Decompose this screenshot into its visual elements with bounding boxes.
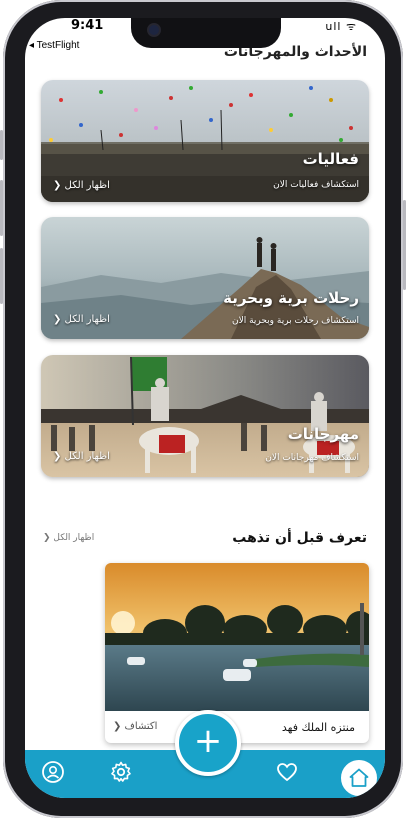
add-button[interactable]: +	[175, 710, 241, 776]
status-time: 9:41	[71, 18, 104, 33]
show-all-link[interactable]: اظهار الكل ❮	[53, 180, 110, 191]
home-icon	[349, 768, 369, 787]
show-all-link[interactable]: اظهار الكل ❮	[43, 533, 94, 543]
card-events[interactable]: فعاليات استكشاف فعاليات الان اظهار الكل …	[41, 80, 369, 202]
place-card[interactable]: منتزه الملك فهد اكتشاف ❮	[105, 563, 369, 743]
explore-link[interactable]: اكتشاف ❮	[113, 721, 157, 732]
phone-frame: 9:41 ull ᯤ ◂ TestFlight الأحداث والمهرجا…	[0, 0, 406, 818]
card-trips[interactable]: رحلات برية وبحرية استكشاف رحلات برية وبح…	[41, 217, 369, 339]
tab-home[interactable]	[339, 758, 379, 798]
card-subtitle: استكشاف رحلات برية وبحرية الان	[231, 316, 359, 326]
card-title: رحلات برية وبحرية	[223, 289, 359, 307]
know-before-title: تعرف قبل أن تذهب	[232, 530, 367, 546]
show-all-link[interactable]: اظهار الكل ❮	[53, 314, 110, 325]
mute-switch	[0, 130, 3, 160]
add-plus-icon: +	[193, 721, 223, 761]
card-subtitle: استكشاف فعاليات الان	[273, 180, 359, 190]
card-title: فعاليات	[302, 150, 359, 168]
tab-settings[interactable]	[107, 758, 135, 786]
heart-icon	[277, 763, 297, 782]
settings-gear-icon	[111, 761, 131, 782]
show-all-link[interactable]: اظهار الكل ❮	[53, 451, 110, 462]
volume-up-button	[0, 180, 3, 236]
card-subtitle: استكشاف مهرجانات الان	[265, 453, 359, 463]
profile-icon	[42, 761, 64, 783]
screen: 9:41 ull ᯤ ◂ TestFlight الأحداث والمهرجا…	[25, 18, 385, 798]
card-festivals[interactable]: مهرجانات استكشاف مهرجانات الان اظهار الك…	[41, 355, 369, 477]
volume-down-button	[0, 248, 3, 304]
back-to-app-link[interactable]: ◂ TestFlight	[29, 40, 79, 51]
card-title: مهرجانات	[287, 425, 359, 443]
notch	[131, 18, 281, 48]
place-image	[105, 563, 369, 711]
place-name: منتزه الملك فهد	[281, 721, 355, 734]
back-app-label: TestFlight	[36, 40, 80, 51]
tab-profile[interactable]	[39, 758, 67, 786]
tab-favorites[interactable]	[273, 758, 301, 786]
camera-icon	[149, 25, 159, 35]
signal-icon: ull ᯤ	[325, 20, 357, 33]
